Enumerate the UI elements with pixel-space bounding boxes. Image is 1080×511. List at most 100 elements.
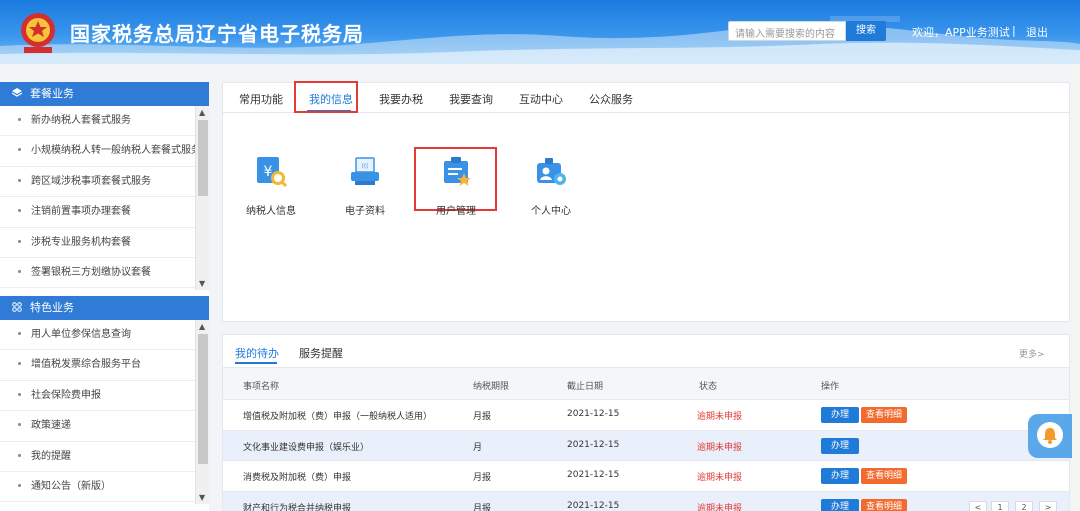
- sidebar-item-tax-agency-package[interactable]: 涉税专业服务机构套餐: [0, 228, 195, 258]
- floating-notification-button[interactable]: [1028, 414, 1072, 458]
- todo-tab-indicator: [235, 362, 277, 364]
- sidebar-item-social-insurance-declaration[interactable]: 社会保险费申报: [0, 381, 195, 412]
- pager-page-2[interactable]: 2: [1015, 500, 1033, 511]
- row-name: 消费税及附加税（费）申报: [243, 473, 352, 483]
- highlight-box-my-info-tab: [294, 81, 358, 113]
- handle-button[interactable]: 办理: [821, 437, 859, 454]
- header-separator: |: [1012, 24, 1016, 37]
- function-taxpayer-info[interactable]: ¥ 纳税人信息: [241, 153, 301, 217]
- bullet-icon: [18, 209, 21, 213]
- page-scrollbar[interactable]: [1072, 64, 1080, 511]
- sidebar-item-cross-region-package[interactable]: 跨区域涉税事项套餐式服务: [0, 167, 195, 198]
- row-period: 月报: [473, 503, 492, 511]
- tab-my-todo[interactable]: 我的待办: [235, 345, 279, 361]
- sidebar-item-bank-tax-agreement-package[interactable]: 签署银税三方划缴协议套餐: [0, 258, 195, 289]
- row-deadline: 2021-12-15: [567, 439, 620, 450]
- site-title: 国家税务总局辽宁省电子税务局: [70, 22, 364, 46]
- tab-interaction-center[interactable]: 互动中心: [519, 91, 563, 107]
- view-detail-button[interactable]: 查看明细: [861, 468, 907, 484]
- table-row: 财产和行为税合并纳税申报 月报 2021-12-15 逾期未申报 办理 查看明细…: [223, 491, 1069, 511]
- tax-emblem-logo: [21, 13, 55, 53]
- special-panel-header[interactable]: 特色业务: [0, 296, 209, 320]
- bullet-icon: [18, 239, 21, 243]
- special-list: 用人单位参保信息查询 增值税发票综合服务平台 社会保险费申报 政策速递 我的提醒…: [0, 320, 195, 503]
- package-panel-header[interactable]: 套餐业务: [0, 82, 209, 106]
- pager-next-button[interactable]: >: [1039, 500, 1057, 511]
- bell-icon: [1043, 428, 1057, 444]
- tab-service-reminders[interactable]: 服务提醒: [299, 345, 343, 361]
- logout-link[interactable]: 退出: [1026, 24, 1048, 40]
- scroll-down-icon[interactable]: ▼: [199, 494, 205, 502]
- bullet-icon: [18, 148, 21, 152]
- pager-prev-button[interactable]: <: [969, 500, 987, 511]
- scroll-thumb[interactable]: [198, 334, 208, 464]
- row-name: 增值税及附加税（费）申报（一般纳税人适用）: [243, 412, 433, 422]
- scroll-up-icon[interactable]: ▲: [199, 109, 205, 117]
- view-detail-button[interactable]: 查看明细: [861, 407, 907, 423]
- row-period: 月: [473, 442, 483, 453]
- row-status: 逾期未申报: [697, 442, 743, 453]
- personal-center-icon: [537, 158, 566, 185]
- table-row: 增值税及附加税（费）申报（一般纳税人适用） 月报 2021-12-15 逾期未申…: [223, 400, 1069, 431]
- bullet-icon: [18, 118, 21, 121]
- handle-button[interactable]: 办理: [821, 498, 859, 511]
- tab-public-services[interactable]: 公众服务: [589, 91, 633, 107]
- table-row: 消费税及附加税（费）申报 月报 2021-12-15 逾期未申报 办理 查看明细: [223, 461, 1069, 492]
- pager-page-1[interactable]: 1: [991, 500, 1009, 511]
- bullet-icon: [18, 392, 21, 396]
- layers-icon: [12, 88, 22, 97]
- more-link[interactable]: 更多>: [1019, 347, 1045, 360]
- handle-button[interactable]: 办理: [821, 407, 859, 423]
- sidebar-item-deregistration-package[interactable]: 注销前置事项办理套餐: [0, 197, 195, 228]
- tab-tax-handling[interactable]: 我要办税: [379, 91, 423, 107]
- function-personal-center[interactable]: 个人中心: [521, 153, 581, 217]
- bullet-icon: [18, 453, 21, 457]
- site-header: 国家税务总局辽宁省电子税务局 请输入需要搜索的内容 搜索 欢迎，APP业务测试 …: [0, 0, 1080, 64]
- function-label: 用户管理: [436, 206, 476, 217]
- table-row: 文化事业建设费申报（娱乐业） 月 2021-12-15 逾期未申报 办理: [223, 430, 1069, 461]
- search-button[interactable]: 搜索: [846, 21, 886, 41]
- user-management-icon: [444, 157, 471, 186]
- tab-query[interactable]: 我要查询: [449, 91, 493, 107]
- bullet-icon: [18, 332, 21, 335]
- grid-icon: [12, 302, 22, 312]
- function-user-management[interactable]: 用户管理: [426, 153, 486, 217]
- scroll-up-icon[interactable]: ▲: [199, 323, 205, 331]
- sidebar-item-employer-insurance-query[interactable]: 用人单位参保信息查询: [0, 320, 195, 351]
- bullet-icon: [18, 362, 21, 366]
- function-label: 电子资料: [345, 206, 385, 217]
- sidebar-item-my-reminders[interactable]: 我的提醒: [0, 442, 195, 472]
- bullet-icon: [18, 483, 21, 487]
- bullet-icon: [18, 269, 21, 273]
- svg-text:(((: (((: [361, 163, 368, 170]
- sidebar-item-vat-invoice-platform[interactable]: 增值税发票综合服务平台: [0, 350, 195, 381]
- sidebar: 套餐业务 新办纳税人套餐式服务 小规模纳税人转一般纳税人套餐式服务 跨区域涉税事…: [0, 82, 209, 511]
- sidebar-item-new-taxpayer-package[interactable]: 新办纳税人套餐式服务: [0, 106, 195, 137]
- scroll-thumb[interactable]: [198, 120, 208, 196]
- handle-button[interactable]: 办理: [821, 468, 859, 484]
- row-period: 月报: [473, 473, 492, 483]
- sidebar-item-small-to-general-package[interactable]: 小规模纳税人转一般纳税人套餐式服务: [0, 136, 195, 167]
- taxpayer-info-icon: ¥: [257, 157, 288, 188]
- row-period: 月报: [473, 412, 492, 422]
- row-deadline: 2021-12-15: [567, 470, 620, 480]
- sidebar-item-notices[interactable]: 通知公告（新版）: [0, 472, 195, 503]
- bullet-icon: [18, 178, 21, 182]
- search-input[interactable]: 请输入需要搜索的内容: [728, 21, 846, 41]
- sidebar-item-policy-express[interactable]: 政策速递: [0, 411, 195, 442]
- package-list: 新办纳税人套餐式服务 小规模纳税人转一般纳税人套餐式服务 跨区域涉税事项套餐式服…: [0, 106, 195, 289]
- package-scrollbar[interactable]: ▲ ▼: [195, 106, 209, 290]
- table-header: 事项名称 纳税期限 截止日期 状态 操作: [223, 367, 1069, 400]
- welcome-text: 欢迎，APP业务测试: [912, 26, 1010, 39]
- row-name: 财产和行为税合并纳税申报: [243, 503, 352, 511]
- col-deadline-header: 截止日期: [567, 382, 604, 392]
- tab-common-functions[interactable]: 常用功能: [239, 91, 283, 107]
- scroll-down-icon[interactable]: ▼: [199, 280, 205, 288]
- function-electronic-docs[interactable]: ((( 电子资料: [335, 153, 395, 217]
- special-panel-title: 特色业务: [30, 301, 74, 314]
- package-panel-title: 套餐业务: [30, 87, 74, 100]
- view-detail-button[interactable]: 查看明细: [861, 498, 907, 511]
- bell-badge: [1037, 422, 1063, 448]
- col-action-header: 操作: [821, 382, 840, 392]
- special-scrollbar[interactable]: ▲ ▼: [195, 320, 209, 504]
